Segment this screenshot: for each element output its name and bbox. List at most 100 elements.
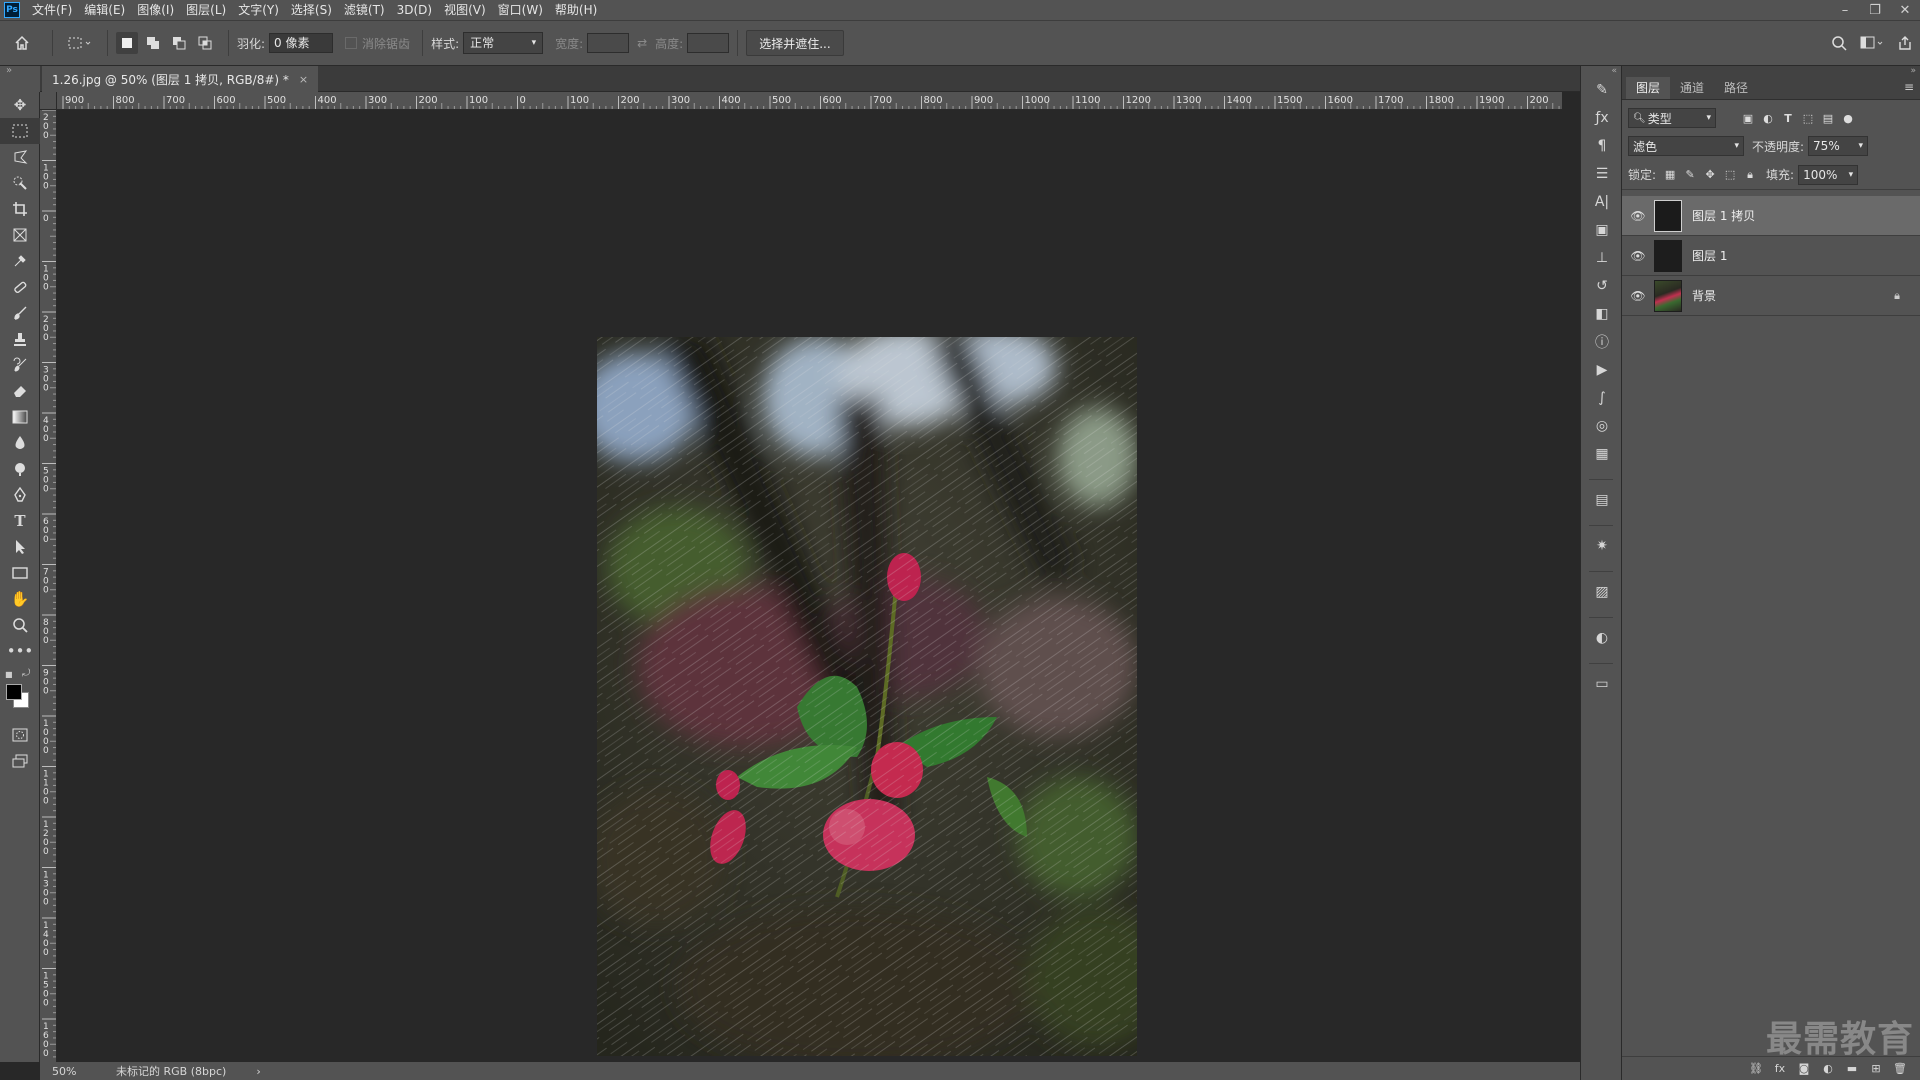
style-select[interactable]: 正常 ▾	[463, 32, 544, 54]
layer-style-icon[interactable]: fx	[1768, 1062, 1792, 1075]
stamp-icon[interactable]	[0, 326, 40, 352]
brush-settings-icon[interactable]: ✎	[1581, 76, 1623, 104]
paths-icon[interactable]: ∫	[1581, 384, 1623, 412]
quick-mask-icon[interactable]	[0, 722, 40, 748]
libraries-icon[interactable]: ▣	[1581, 216, 1623, 244]
dodge-icon[interactable]	[0, 456, 40, 482]
lock-pixels-icon[interactable]: ✎	[1680, 166, 1700, 184]
home-icon[interactable]	[0, 29, 44, 57]
restore-icon[interactable]: ❐	[1860, 0, 1890, 20]
screen-mode-icon[interactable]	[0, 748, 40, 774]
new-layer-icon[interactable]: ⊞	[1864, 1062, 1888, 1075]
horizontal-ruler[interactable]: 900 800 700 600 500 400 300 200 100 0 100 200 300 400…	[57, 92, 1562, 110]
opacity-input[interactable]: 75% ▾	[1808, 136, 1869, 156]
document-image[interactable]	[597, 337, 1137, 1056]
gradients-icon[interactable]: ▭	[1581, 670, 1623, 698]
add-mask-icon[interactable]: ◙	[1792, 1062, 1816, 1075]
type-icon[interactable]: T	[0, 508, 40, 534]
swap-icon[interactable]: ⇄	[635, 36, 649, 50]
table-icon[interactable]: ▦	[1581, 440, 1623, 468]
ruler-origin[interactable]	[40, 92, 57, 110]
eyedropper-icon[interactable]	[0, 248, 40, 274]
toolbar-collapse-icon[interactable]: »	[0, 66, 40, 92]
height-input[interactable]	[687, 33, 730, 53]
smart-object-filter-icon[interactable]: ▤	[1818, 109, 1838, 127]
panel-menu-icon[interactable]: ≡	[1904, 80, 1914, 94]
menu-filter[interactable]: 滤镜(T)	[338, 0, 391, 20]
panel-collapse-icon[interactable]: »	[1622, 66, 1920, 76]
styles-icon[interactable]: ƒx	[1581, 104, 1623, 132]
subtract-selection-icon[interactable]	[168, 32, 190, 54]
layer-row[interactable]: 👁︎ 图层 1	[1622, 236, 1920, 276]
new-selection-icon[interactable]	[116, 32, 138, 54]
width-input[interactable]	[587, 33, 630, 53]
swap-colors-icon[interactable]: ⤾	[22, 668, 30, 679]
menu-help[interactable]: 帮助(H)	[549, 0, 603, 20]
frame-icon[interactable]	[0, 222, 40, 248]
lock-artboard-icon[interactable]: ⬚	[1720, 166, 1740, 184]
pen-icon[interactable]	[0, 482, 40, 508]
minimize-icon[interactable]: –	[1830, 0, 1860, 20]
properties-icon[interactable]: ▤	[1581, 486, 1623, 514]
lock-all-icon[interactable]: 🔒︎	[1740, 166, 1760, 184]
play-icon[interactable]: ▶	[1581, 356, 1623, 384]
antialias-checkbox[interactable]	[345, 37, 358, 49]
menu-window[interactable]: 窗口(W)	[492, 0, 549, 20]
vertical-ruler[interactable]: 2001000100200300400500600700800900100011…	[40, 110, 57, 1062]
new-group-icon[interactable]: ▬	[1840, 1062, 1864, 1075]
layer-row[interactable]: 👁︎ 图层 1 拷贝	[1622, 196, 1920, 236]
delete-layer-icon[interactable]: 🗑︎	[1888, 1062, 1912, 1075]
navigator-icon[interactable]: ✷	[1581, 532, 1623, 560]
visibility-eye-icon[interactable]: 👁︎	[1622, 249, 1654, 263]
actions-icon[interactable]: ◧	[1581, 300, 1623, 328]
search-icon[interactable]	[1824, 29, 1854, 57]
foreground-color-swatch[interactable]	[6, 684, 22, 700]
tab-paths[interactable]: 路径	[1714, 77, 1758, 99]
default-colors-icon[interactable]: ■	[5, 670, 13, 679]
info-icon[interactable]: ⓘ	[1581, 328, 1623, 356]
shape-filter-icon[interactable]: ⬚	[1798, 109, 1818, 127]
adjustment-filter-icon[interactable]: ◐	[1758, 109, 1778, 127]
share-icon[interactable]	[1890, 29, 1920, 57]
crop-icon[interactable]	[0, 196, 40, 222]
blend-mode-select[interactable]: 滤色 ▾	[1628, 136, 1744, 156]
quick-select-icon[interactable]	[0, 170, 40, 196]
adjustment-layer-icon[interactable]: ◐	[1816, 1062, 1840, 1075]
history-icon[interactable]: ↺	[1581, 272, 1623, 300]
marquee-preset-icon[interactable]	[61, 29, 99, 57]
menu-3d[interactable]: 3D(D)	[391, 0, 438, 20]
menu-type[interactable]: 文字(Y)	[232, 0, 285, 20]
paragraph-icon[interactable]: ¶	[1581, 132, 1623, 160]
close-tab-icon[interactable]: ×	[299, 73, 308, 86]
canvas-area[interactable]	[57, 110, 1562, 1062]
type-filter-icon[interactable]: T	[1778, 109, 1798, 127]
pixel-filter-icon[interactable]: ▣	[1738, 109, 1758, 127]
gradient-icon[interactable]	[0, 404, 40, 430]
close-icon[interactable]: ✕	[1890, 0, 1920, 20]
layer-row[interactable]: 👁︎ 背景 🔒︎	[1622, 276, 1920, 316]
workspace-icon[interactable]	[1854, 29, 1890, 57]
move-icon[interactable]: ✥	[0, 92, 40, 118]
filter-kind-select[interactable]: 🔍︎ 类型 ▾	[1628, 108, 1716, 128]
filter-toggle-icon[interactable]: ●	[1838, 109, 1858, 127]
menu-edit[interactable]: 编辑(E)	[78, 0, 131, 20]
clone-source-icon[interactable]: ⊥	[1581, 244, 1623, 272]
intersect-selection-icon[interactable]	[194, 32, 216, 54]
character-icon[interactable]: A|	[1581, 188, 1623, 216]
adjustments-icon[interactable]: ☰	[1581, 160, 1623, 188]
blur-icon[interactable]	[0, 430, 40, 456]
swatches-icon[interactable]: ▨	[1581, 578, 1623, 606]
marquee-icon[interactable]	[0, 118, 40, 144]
tab-channels[interactable]: 通道	[1670, 77, 1714, 99]
zoom-level[interactable]: 50%	[40, 1065, 94, 1078]
hand-icon[interactable]: ✋	[0, 586, 40, 612]
visibility-eye-icon[interactable]: 👁︎	[1622, 289, 1654, 303]
eraser-icon[interactable]	[0, 378, 40, 404]
document-tab[interactable]: 1.26.jpg @ 50% (图层 1 拷贝, RGB/8#) * ×	[42, 66, 319, 92]
3d-icon[interactable]: ◎	[1581, 412, 1623, 440]
lock-position-icon[interactable]: ✥	[1700, 166, 1720, 184]
healing-icon[interactable]	[0, 274, 40, 300]
lasso-icon[interactable]	[0, 144, 40, 170]
status-menu-arrow[interactable]: ›	[256, 1065, 260, 1078]
color-icon[interactable]: ◐	[1581, 624, 1623, 652]
